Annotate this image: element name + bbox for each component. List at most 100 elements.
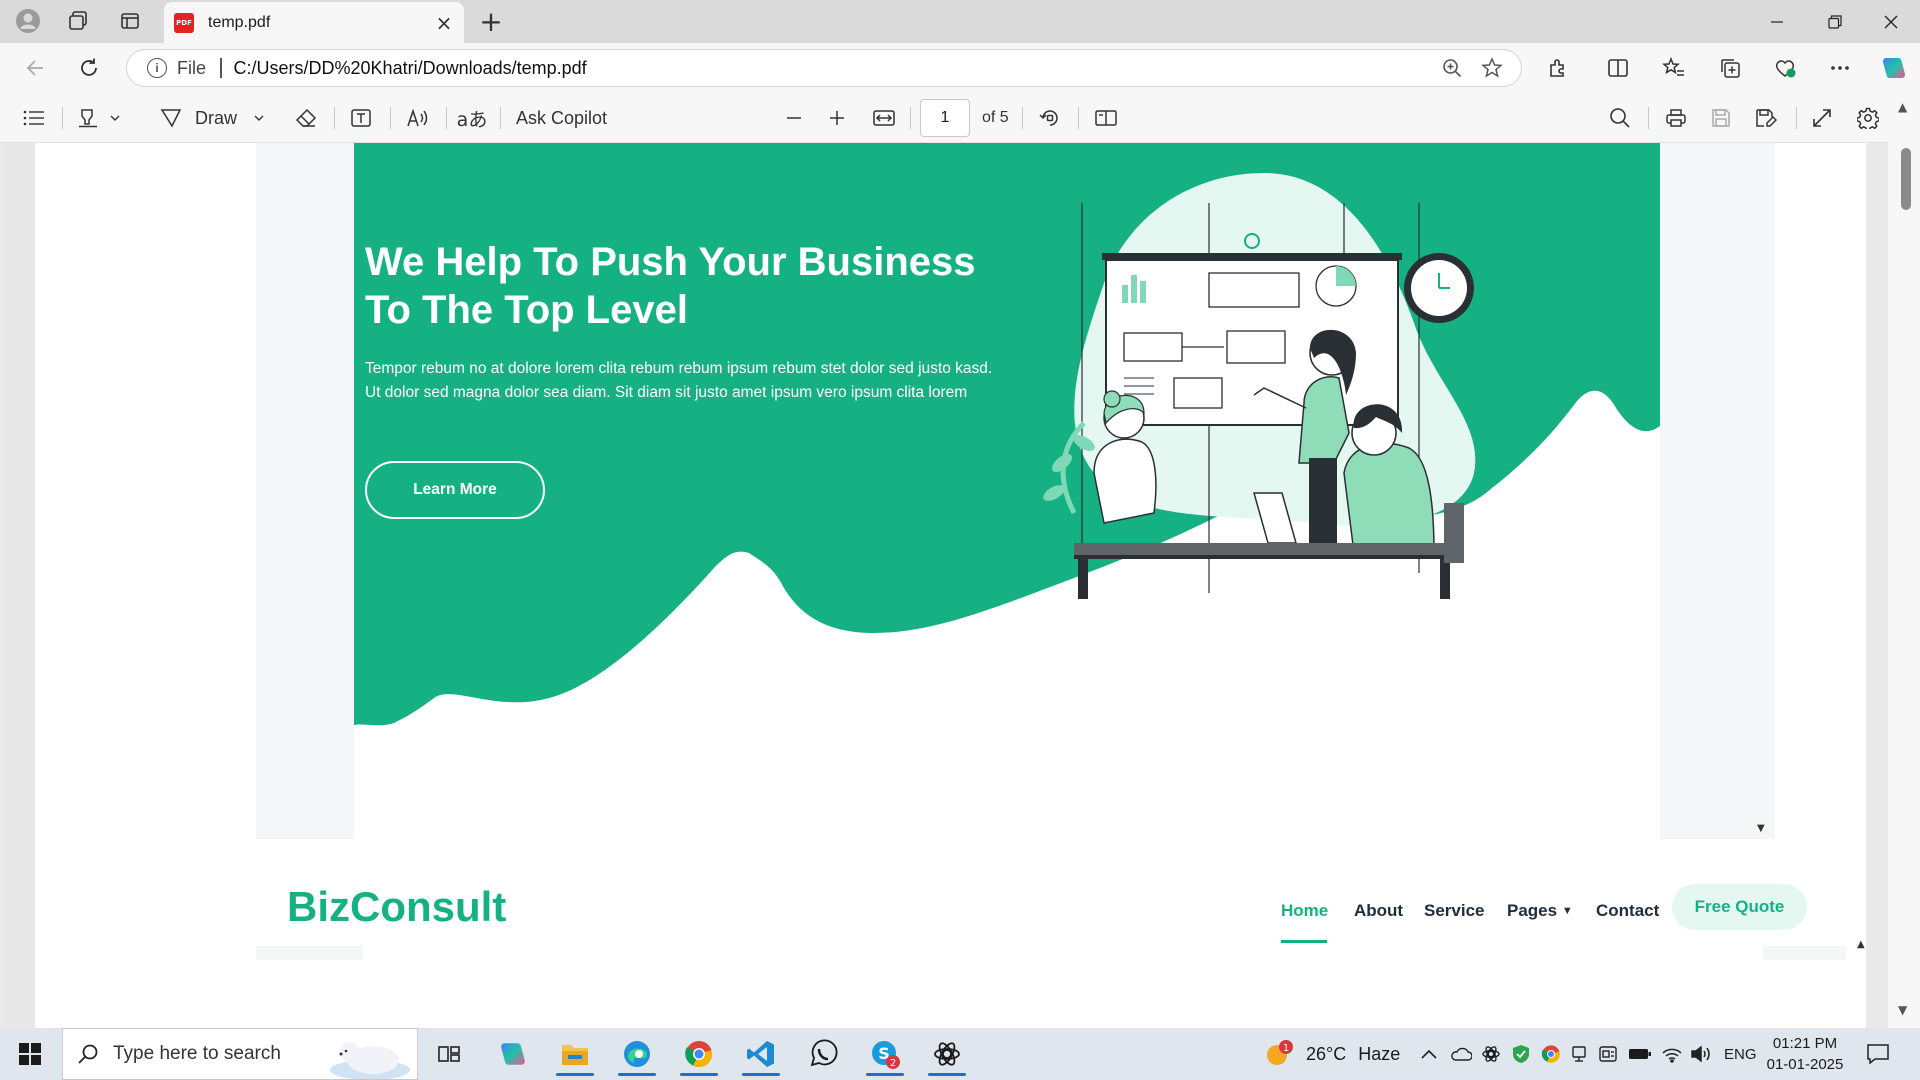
- restore-icon[interactable]: [1806, 0, 1864, 43]
- system-clock[interactable]: 01:21 PM 01-01-2025: [1760, 1033, 1850, 1075]
- zoom-in-icon[interactable]: [821, 102, 853, 134]
- inner-scroll-down-icon[interactable]: ▼: [1757, 823, 1765, 834]
- learn-more-button[interactable]: Learn More: [365, 461, 545, 519]
- browser-essentials-icon[interactable]: [1767, 52, 1803, 84]
- active-indicator: [556, 1073, 594, 1076]
- language-indicator[interactable]: ENG: [1724, 1028, 1757, 1080]
- separator: [1078, 107, 1079, 129]
- edge-browser-icon[interactable]: [612, 1032, 662, 1076]
- skype-icon[interactable]: S2: [860, 1032, 910, 1076]
- battery-icon[interactable]: [1628, 1028, 1652, 1080]
- separator: [1648, 107, 1649, 129]
- weather-widget[interactable]: 1 26°C Haze: [1264, 1028, 1400, 1080]
- scroll-up-arrow-icon[interactable]: ▲: [1898, 100, 1907, 114]
- nav-home[interactable]: Home: [1281, 901, 1328, 921]
- url-text[interactable]: C:/Users/DD%20Khatri/Downloads/temp.pdf: [234, 58, 1435, 79]
- separator: [390, 107, 391, 129]
- windows-start-icon[interactable]: [10, 1038, 50, 1070]
- active-indicator: [928, 1073, 966, 1076]
- favorites-icon[interactable]: [1656, 52, 1692, 84]
- text-box-icon[interactable]: [345, 102, 377, 134]
- fullscreen-icon[interactable]: [1806, 102, 1838, 134]
- weather-alert-icon: 1: [1267, 1040, 1293, 1065]
- volume-speaker-icon[interactable]: [1690, 1028, 1712, 1080]
- read-aloud-icon[interactable]: [402, 102, 434, 134]
- rotate-icon[interactable]: [1034, 102, 1066, 134]
- copilot-icon[interactable]: [1876, 52, 1912, 84]
- print-icon[interactable]: [1660, 102, 1692, 134]
- security-shield-icon[interactable]: [1511, 1028, 1531, 1080]
- page-view-icon[interactable]: [1090, 102, 1122, 134]
- show-hidden-icons-chevron-up-icon[interactable]: [1420, 1028, 1438, 1080]
- extensions-icon[interactable]: [1540, 52, 1576, 84]
- nav-about[interactable]: About: [1354, 901, 1403, 921]
- profile-icon[interactable]: [10, 7, 46, 35]
- more-options-icon[interactable]: [1822, 52, 1858, 84]
- eraser-icon[interactable]: [290, 102, 322, 134]
- wifi-icon[interactable]: [1661, 1028, 1683, 1080]
- active-nav-underline: [1281, 940, 1327, 943]
- page-number-input[interactable]: 1: [920, 99, 970, 137]
- weather-temperature: 26°C: [1306, 1043, 1347, 1064]
- viewer-scrollbar-thumb[interactable]: [1901, 148, 1911, 210]
- device-tray-icon[interactable]: [1571, 1028, 1587, 1080]
- chatgpt-icon[interactable]: [922, 1032, 972, 1076]
- nav-service[interactable]: Service: [1424, 901, 1485, 921]
- nav-pages[interactable]: Pages ▼: [1507, 901, 1573, 921]
- zoom-out-icon[interactable]: [778, 102, 810, 134]
- translate-icon[interactable]: aあ: [456, 102, 488, 134]
- draw-button[interactable]: Draw: [154, 102, 270, 134]
- close-window-icon[interactable]: [1862, 0, 1920, 43]
- chrome-icon[interactable]: [674, 1032, 724, 1076]
- ask-copilot-button[interactable]: Ask Copilot: [516, 102, 616, 134]
- workspaces-icon[interactable]: [60, 7, 96, 35]
- tab-temp-pdf[interactable]: PDF temp.pdf ×: [164, 2, 464, 43]
- whatsapp-icon[interactable]: [798, 1032, 848, 1076]
- taskbar-search-box[interactable]: Type here to search: [62, 1028, 418, 1080]
- clock-date: 01-01-2025: [1766, 1056, 1844, 1073]
- scroll-down-arrow-icon[interactable]: ▼: [1898, 1003, 1907, 1017]
- inner-scroll-up-icon[interactable]: ▲: [1857, 939, 1865, 950]
- chatgpt-tray-icon[interactable]: [1481, 1028, 1501, 1080]
- task-view-icon[interactable]: [424, 1032, 474, 1076]
- refresh-icon[interactable]: [72, 52, 106, 84]
- page-count-label: of 5: [982, 109, 1009, 126]
- search-icon: [78, 1044, 98, 1064]
- chrome-tray-icon[interactable]: [1541, 1028, 1561, 1080]
- pdf-viewer[interactable]: We Help To Push Your Business To The Top…: [4, 143, 1866, 1028]
- meet-now-tray-icon[interactable]: [1598, 1028, 1618, 1080]
- back-icon[interactable]: [18, 52, 52, 84]
- hero-title: We Help To Push Your Business To The Top…: [365, 240, 976, 332]
- fit-to-width-icon[interactable]: [868, 102, 900, 134]
- onedrive-cloud-icon[interactable]: [1450, 1028, 1472, 1080]
- info-icon[interactable]: i: [147, 58, 167, 78]
- free-quote-button[interactable]: Free Quote: [1672, 884, 1807, 930]
- brand-logo[interactable]: BizConsult: [287, 883, 506, 931]
- save-as-icon[interactable]: [1750, 102, 1782, 134]
- split-screen-icon[interactable]: [1600, 52, 1636, 84]
- zoom-icon[interactable]: [1435, 52, 1469, 84]
- favorite-star-icon[interactable]: [1475, 52, 1509, 84]
- contents-icon[interactable]: [18, 102, 50, 134]
- vscode-icon[interactable]: [736, 1032, 786, 1076]
- settings-gear-icon[interactable]: [1852, 102, 1884, 134]
- address-bar[interactable]: i File C:/Users/DD%20Khatri/Downloads/te…: [126, 49, 1522, 87]
- ask-copilot-label: Ask Copilot: [516, 107, 608, 128]
- vertical-tabs-icon[interactable]: [112, 7, 148, 35]
- nav-contact[interactable]: Contact: [1596, 901, 1659, 921]
- viewer-scrollbar-track[interactable]: [1888, 93, 1920, 1028]
- new-tab-button[interactable]: +: [476, 5, 506, 38]
- notifications-icon[interactable]: [1866, 1028, 1890, 1080]
- file-explorer-icon[interactable]: [550, 1032, 600, 1076]
- minimize-icon[interactable]: [1748, 0, 1806, 43]
- separator: [62, 107, 63, 129]
- close-tab-icon[interactable]: ×: [434, 11, 454, 35]
- collections-icon[interactable]: [1712, 52, 1748, 84]
- caret-down-icon: ▼: [1561, 905, 1573, 917]
- highlight-button[interactable]: [72, 102, 126, 134]
- copilot-app-icon[interactable]: [488, 1032, 538, 1076]
- save-icon[interactable]: [1705, 102, 1737, 134]
- hero-description: Tempor rebum no at dolore lorem clita re…: [365, 360, 993, 401]
- search-icon[interactable]: [1604, 102, 1636, 134]
- browser-title-bar: PDF temp.pdf × +: [0, 0, 1920, 43]
